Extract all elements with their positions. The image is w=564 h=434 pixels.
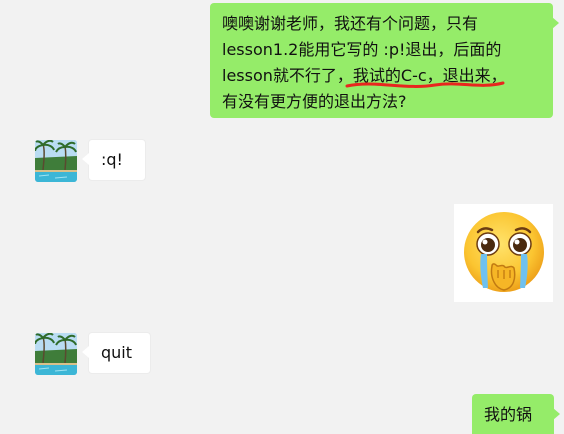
outgoing-message-bubble[interactable]: 我的锅 [472, 394, 560, 434]
chat-message-list[interactable]: 噢噢谢谢老师，我还有个问题，只有 lesson1.2能用它写的 :p!退出，后面… [0, 0, 564, 434]
avatar[interactable] [35, 333, 77, 375]
message-line: lesson就不行了，我试的C-c，退出来， [222, 63, 543, 89]
struck-through-text: 我试的C-c，退出来 [345, 66, 505, 88]
bubble-tail [82, 346, 89, 358]
message-line: lesson1.2能用它写的 :p!退出，后面的 [222, 40, 502, 59]
bubble-tail [82, 153, 89, 165]
outgoing-image-message[interactable] [454, 204, 553, 302]
crying-face-emoji-icon [464, 212, 544, 292]
tropical-pool-avatar-icon [35, 140, 77, 182]
tropical-pool-avatar-icon [35, 333, 77, 375]
bubble-tail [553, 408, 560, 420]
message-line: 有没有更方便的退出方法? [222, 92, 407, 111]
message-text-segment: 我试的C-c，退出来 [352, 66, 491, 85]
bubble-tail [552, 17, 559, 29]
incoming-message-bubble[interactable]: :q! [82, 139, 146, 181]
avatar[interactable] [35, 140, 77, 182]
outgoing-message-bubble[interactable]: 噢噢谢谢老师，我还有个问题，只有 lesson1.2能用它写的 :p!退出，后面… [210, 3, 559, 118]
message-text: :q! [101, 150, 123, 169]
message-line: 噢噢谢谢老师，我还有个问题，只有 [222, 14, 479, 33]
incoming-message-bubble[interactable]: quit [82, 332, 151, 374]
message-text: 我的锅 [484, 405, 533, 424]
message-text-segment: ， [490, 66, 507, 85]
message-text-segment: lesson就不行了， [222, 66, 353, 85]
message-text: quit [101, 343, 133, 362]
